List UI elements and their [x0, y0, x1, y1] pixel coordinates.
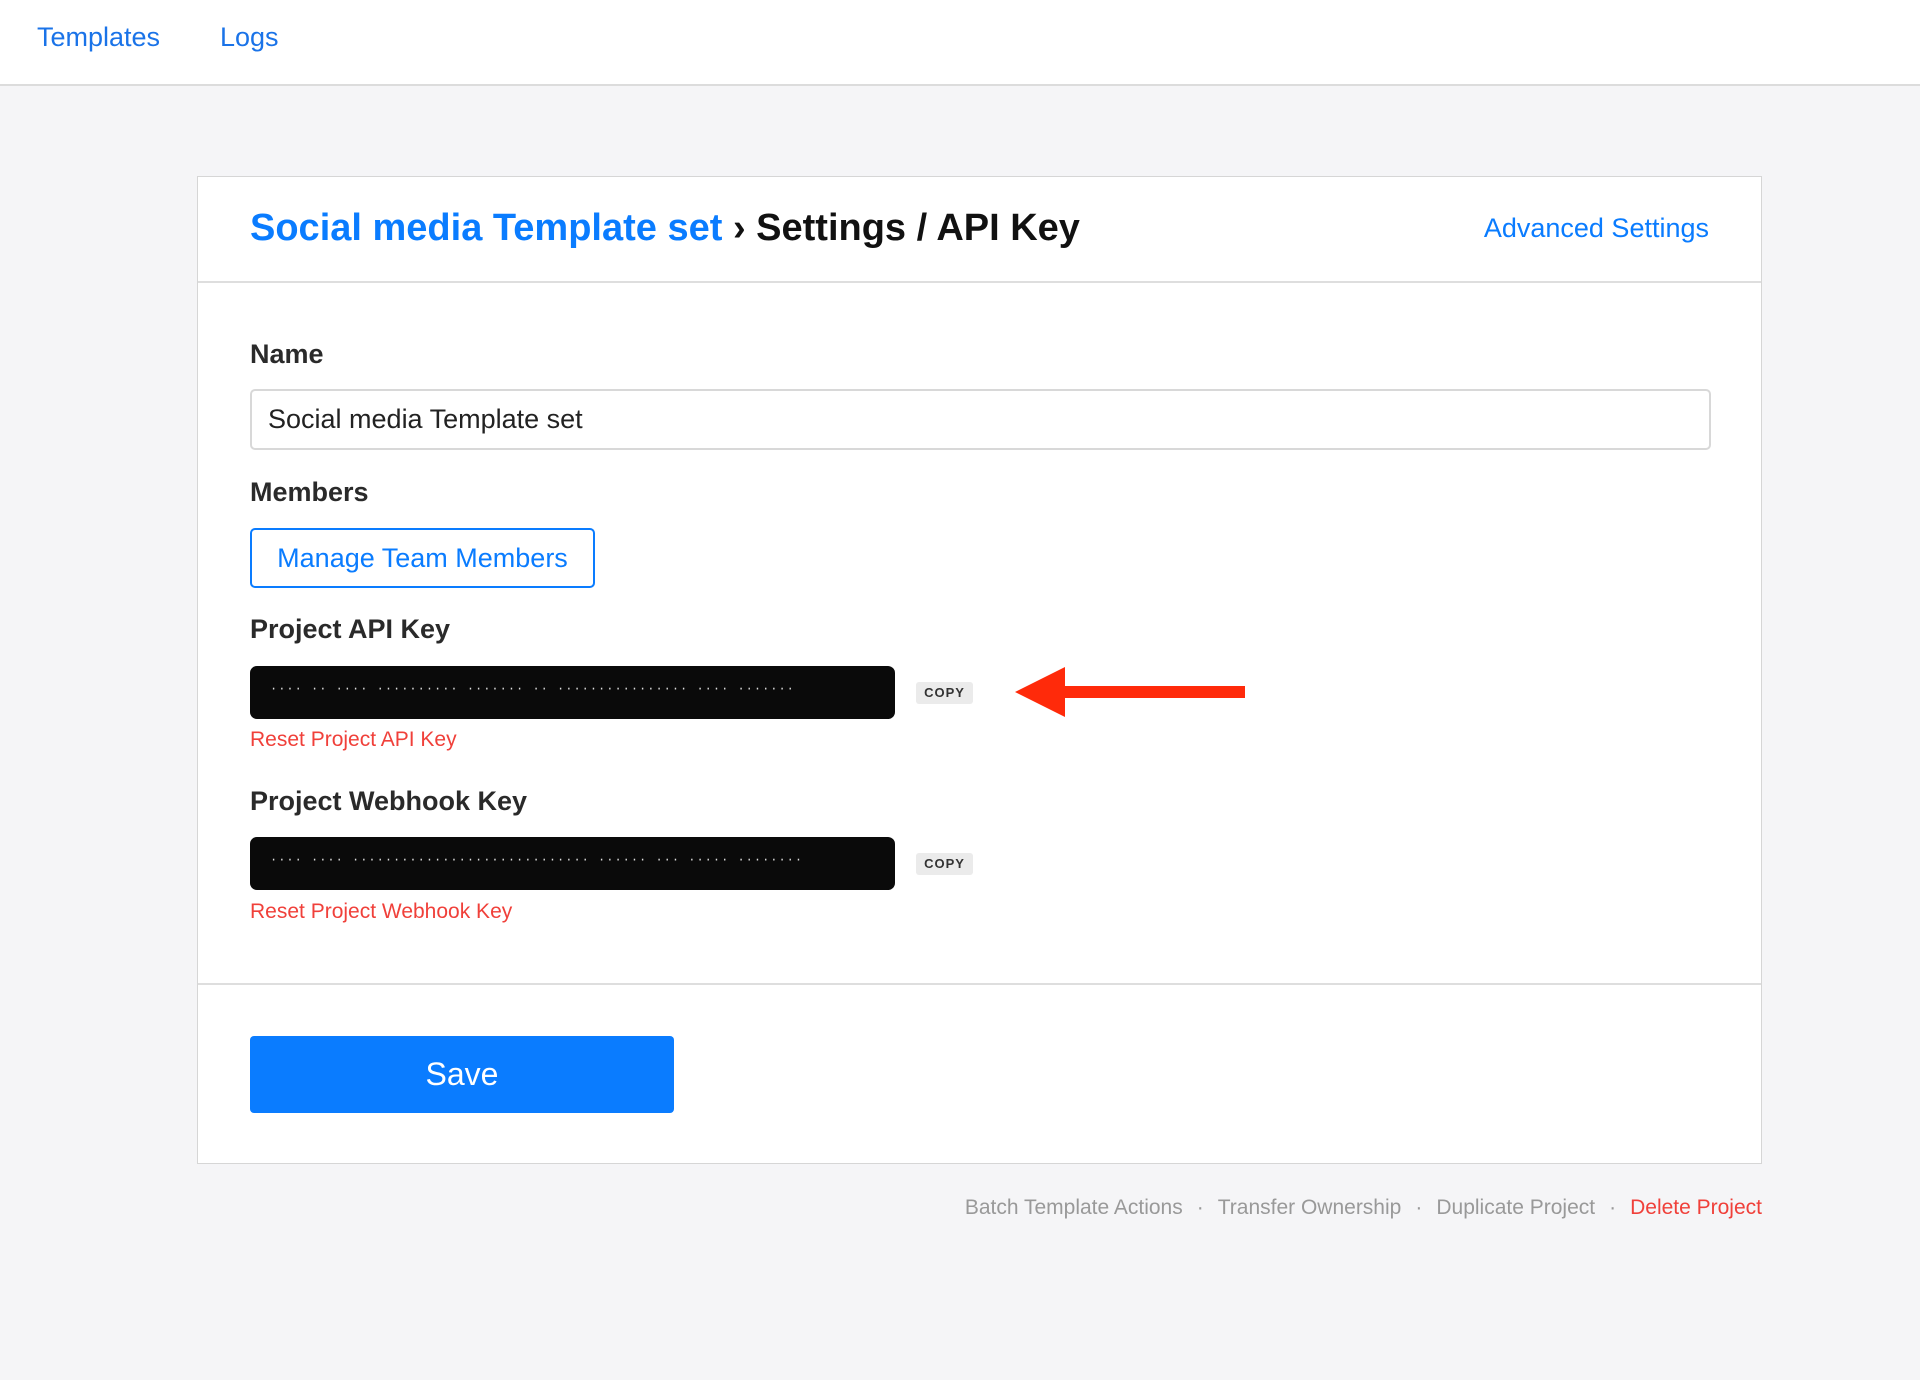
breadcrumb-project[interactable]: Social media Template set — [250, 207, 722, 249]
settings-card: Social media Template set › Settings / A… — [197, 176, 1762, 1164]
advanced-settings-link[interactable]: Advanced Settings — [1484, 213, 1709, 244]
separator: · — [1609, 1196, 1617, 1219]
api-key-field[interactable]: ···· ·· ···· ·········· ······· ·· ·····… — [250, 666, 895, 719]
top-nav: Templates Logs — [0, 0, 1920, 86]
api-key-value: ···· ·· ···· ·········· ······· ·· ·····… — [270, 682, 795, 696]
separator: · — [1415, 1196, 1423, 1219]
page-title: Social media Template set › Settings / A… — [250, 207, 1080, 250]
duplicate-project-link[interactable]: Duplicate Project — [1436, 1196, 1595, 1219]
copy-api-key-button[interactable]: COPY — [916, 682, 973, 704]
nav-logs[interactable]: Logs — [220, 22, 279, 53]
webhook-key-label: Project Webhook Key — [250, 786, 528, 816]
save-button[interactable]: Save — [250, 1036, 674, 1113]
api-key-label: Project API Key — [250, 614, 451, 644]
red-arrow-annotation-icon — [1015, 667, 1245, 717]
webhook-key-field[interactable]: ···· ···· ····························· … — [250, 837, 895, 890]
breadcrumb-separator: › — [732, 207, 746, 249]
breadcrumb-current: Settings / API Key — [756, 207, 1080, 249]
transfer-ownership-link[interactable]: Transfer Ownership — [1218, 1196, 1402, 1219]
delete-project-link[interactable]: Delete Project — [1630, 1196, 1762, 1219]
members-label: Members — [250, 477, 369, 507]
webhook-key-value: ···· ···· ····························· … — [270, 853, 804, 867]
name-label: Name — [250, 339, 324, 369]
manage-team-members-button[interactable]: Manage Team Members — [250, 528, 595, 588]
name-input[interactable]: Social media Template set — [250, 389, 1711, 450]
reset-webhook-key-link[interactable]: Reset Project Webhook Key — [250, 900, 512, 924]
batch-template-actions-link[interactable]: Batch Template Actions — [965, 1196, 1183, 1219]
copy-webhook-key-button[interactable]: COPY — [916, 853, 973, 875]
nav-templates[interactable]: Templates — [37, 22, 160, 53]
divider — [198, 983, 1761, 985]
reset-api-key-link[interactable]: Reset Project API Key — [250, 728, 457, 752]
separator: · — [1196, 1196, 1204, 1219]
card-header: Social media Template set › Settings / A… — [198, 177, 1761, 283]
footer-links: Batch Template Actions · Transfer Ownershi… — [965, 1196, 1762, 1220]
